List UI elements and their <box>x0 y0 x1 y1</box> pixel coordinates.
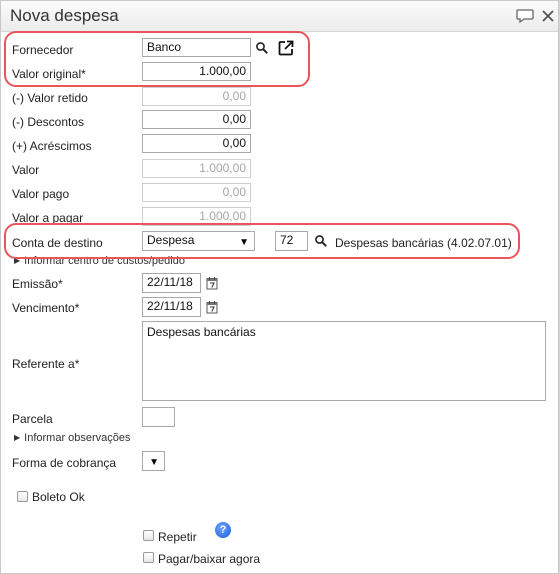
emissao-input[interactable]: 22/11/18 <box>142 273 201 293</box>
valor-retido-input: 0,00 <box>142 87 251 106</box>
pagar-baixar-label: Pagar/baixar agora <box>158 552 261 566</box>
chat-icon[interactable] <box>515 7 535 25</box>
calendar-icon[interactable] <box>206 276 218 290</box>
dialog-title: Nova despesa <box>10 6 119 25</box>
acrescimos-input[interactable]: 0,00 <box>142 134 251 153</box>
parcela-input[interactable] <box>142 407 175 427</box>
boleto-ok-checkbox[interactable] <box>17 491 28 502</box>
valor-pago-label: Valor pago <box>12 187 70 201</box>
pagar-baixar-checkbox[interactable] <box>143 552 154 563</box>
close-icon[interactable] <box>538 7 558 25</box>
help-icon[interactable]: ? <box>215 522 231 538</box>
descontos-input[interactable]: 0,00 <box>142 110 251 129</box>
forma-cobranca-label: Forma de cobrança <box>12 456 117 470</box>
valor-input: 1.000,00 <box>142 159 251 178</box>
observacoes-expander[interactable]: ▶ Informar observações <box>14 432 131 444</box>
valor-pago-input: 0,00 <box>142 183 251 202</box>
highlight-callout-account <box>4 223 520 259</box>
acrescimos-label: (+) Acréscimos <box>12 139 92 153</box>
dropdown-arrow-icon: ▼ <box>149 457 159 468</box>
valor-retido-label: (-) Valor retido <box>12 91 88 105</box>
descontos-label: (-) Descontos <box>12 115 85 129</box>
valor-label: Valor <box>12 163 40 177</box>
calendar-icon[interactable] <box>206 300 218 314</box>
vencimento-input[interactable]: 22/11/18 <box>142 297 201 317</box>
vencimento-label: Vencimento* <box>12 301 80 315</box>
referente-textarea[interactable]: Despesas bancárias <box>142 321 546 401</box>
boleto-ok-label: Boleto Ok <box>32 490 85 504</box>
forma-cobranca-select[interactable]: ▼ <box>142 451 165 471</box>
repetir-label: Repetir <box>158 530 197 544</box>
emissao-label: Emissão* <box>12 277 63 291</box>
highlight-callout-supplier <box>4 31 310 87</box>
parcela-label: Parcela <box>12 412 53 426</box>
observacoes-label: Informar observações <box>24 432 131 444</box>
referente-label: Referente a* <box>12 357 80 371</box>
dialog-titlebar: Nova despesa <box>1 1 558 32</box>
repetir-checkbox[interactable] <box>143 530 154 541</box>
new-expense-dialog: Nova despesa Fornecedor Banco Valor orig… <box>0 0 559 574</box>
expand-triangle-icon: ▶ <box>14 433 21 442</box>
